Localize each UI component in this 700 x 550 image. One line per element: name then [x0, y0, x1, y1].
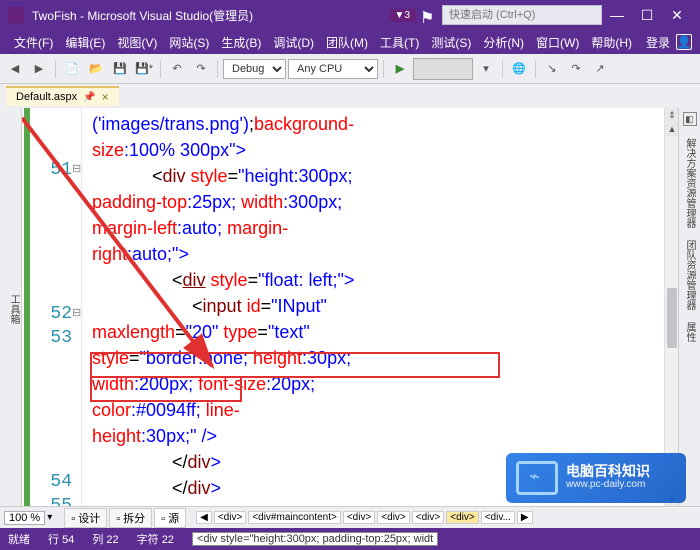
line-number: 54 — [42, 472, 72, 492]
design-tab[interactable]: ▫ 设计 — [64, 508, 107, 528]
fold-icon[interactable]: ⊟ — [72, 306, 81, 319]
fold-icon[interactable]: ⊟ — [72, 162, 81, 175]
menu-debug[interactable]: 调试(D) — [267, 32, 320, 53]
breadcrumb-item[interactable]: <div> — [446, 511, 478, 524]
status-char: 字符 22 — [137, 531, 174, 547]
notification-badge[interactable]: ▼3 — [389, 9, 416, 22]
zoom-dropdown[interactable]: ▾ — [47, 512, 52, 523]
feedback-icon[interactable]: ⚑ — [420, 8, 434, 22]
code-editor[interactable]: 51 ⊟ 52 ⊟ 53 54 55 ('images/trans.png');… — [22, 108, 678, 506]
menu-bar: 文件(F) 编辑(E) 视图(V) 网站(S) 生成(B) 调试(D) 团队(M… — [0, 30, 700, 54]
close-button[interactable]: ✕ — [662, 3, 692, 27]
pin-icon[interactable]: 📌 — [83, 92, 95, 103]
tab-default-aspx[interactable]: Default.aspx 📌 × — [6, 86, 119, 106]
tab-close-button[interactable]: × — [102, 90, 109, 104]
code-content: ('images/trans.png');background- size:10… — [92, 112, 664, 502]
status-ready: 就绪 — [8, 531, 30, 547]
breadcrumb-item[interactable]: <div> — [214, 511, 246, 524]
menu-test[interactable]: 测试(S) — [425, 32, 477, 53]
team-explorer-tab[interactable]: 团队资源管理器 — [682, 240, 697, 310]
start-debug-button[interactable]: ▶ — [389, 58, 411, 80]
menu-team[interactable]: 团队(M) — [320, 32, 374, 53]
save-all-button[interactable]: 💾* — [133, 58, 155, 80]
status-hint: <div style="height:300px; padding-top:25… — [192, 532, 438, 546]
sign-in-button[interactable]: 登录 — [640, 32, 676, 53]
scroll-thumb[interactable] — [667, 288, 677, 348]
step-into-button[interactable]: ↘ — [541, 58, 563, 80]
scroll-split-button[interactable]: ⇕ — [665, 108, 678, 122]
breadcrumb-item[interactable]: <div... — [481, 511, 515, 524]
watermark-overlay: 电脑百科知识 www.pc-daily.com — [506, 453, 686, 503]
right-tool-well: ◧ 解决方案资源管理器 团队资源管理器 属性 — [678, 108, 700, 506]
step-out-button[interactable]: ↗ — [589, 58, 611, 80]
status-col: 列 22 — [92, 531, 118, 547]
status-bar: 就绪 行 54 列 22 字符 22 <div style="height:30… — [0, 528, 700, 550]
scroll-up-button[interactable]: ▲ — [665, 122, 678, 136]
configuration-select[interactable]: Debug — [223, 59, 286, 79]
menu-view[interactable]: 视图(V) — [111, 32, 163, 53]
menu-build[interactable]: 生成(B) — [215, 32, 267, 53]
maximize-button[interactable]: ☐ — [632, 3, 662, 27]
debug-dropdown[interactable]: ▾ — [475, 58, 497, 80]
properties-tab[interactable]: 属性 — [682, 322, 697, 342]
line-number: 53 — [42, 328, 72, 348]
menu-edit[interactable]: 编辑(E) — [59, 32, 111, 53]
redo-button[interactable]: ↷ — [190, 58, 212, 80]
monitor-icon — [516, 461, 558, 495]
publish-button[interactable]: 🌐 — [508, 58, 530, 80]
annotation-box-1 — [90, 352, 500, 378]
line-number: 51 — [42, 160, 72, 180]
breadcrumb-item[interactable]: <div#maincontent> — [248, 511, 341, 524]
menu-file[interactable]: 文件(F) — [8, 32, 59, 53]
watermark-brand: 电脑百科知识 — [566, 464, 650, 478]
window-title: TwoFish - Microsoft Visual Studio(管理员) — [32, 7, 389, 24]
vertical-scrollbar[interactable]: ⇕ ▲ ▼ — [664, 108, 678, 506]
designer-bar: 100 % ▾ ▫ 设计 ▫ 拆分 ▫ 源 ◀ <div> <div#mainc… — [0, 506, 700, 528]
app-icon — [8, 7, 24, 23]
split-tab[interactable]: ▫ 拆分 — [109, 508, 152, 528]
breadcrumb-item[interactable]: <div> — [343, 511, 375, 524]
status-line: 行 54 — [48, 531, 74, 547]
platform-select[interactable]: Any CPU — [288, 59, 378, 79]
title-bar: TwoFish - Microsoft Visual Studio(管理员) ▼… — [0, 0, 700, 30]
breadcrumb-item[interactable]: <div> — [412, 511, 444, 524]
expand-right-icon[interactable]: ◧ — [683, 112, 697, 126]
solution-explorer-tab[interactable]: 解决方案资源管理器 — [682, 138, 697, 228]
menu-window[interactable]: 窗口(W) — [530, 32, 585, 53]
main-toolbar: ◀ ▶ 📄 📂 💾 💾* ↶ ↷ Debug Any CPU ▶ ▾ 🌐 ↘ ↷… — [0, 54, 700, 84]
open-button[interactable]: 📂 — [85, 58, 107, 80]
menu-analyze[interactable]: 分析(N) — [477, 32, 530, 53]
line-number: 55 — [42, 496, 72, 506]
menu-tools[interactable]: 工具(T) — [374, 32, 425, 53]
toolbox-pane[interactable]: 工具箱 — [0, 108, 22, 506]
undo-button[interactable]: ↶ — [166, 58, 188, 80]
zoom-select[interactable]: 100 % — [4, 511, 45, 525]
menu-help[interactable]: 帮助(H) — [585, 32, 638, 53]
profile-icon[interactable]: 👤 — [676, 34, 692, 50]
minimize-button[interactable]: — — [602, 3, 632, 27]
line-number: 52 — [42, 304, 72, 324]
watermark-url: www.pc-daily.com — [566, 478, 650, 492]
nav-fwd-button[interactable]: ▶ — [28, 58, 50, 80]
annotation-box-2 — [90, 376, 242, 402]
tab-label: Default.aspx — [16, 91, 77, 103]
breadcrumb-next[interactable]: ▶ — [517, 511, 533, 524]
save-button[interactable]: 💾 — [109, 58, 131, 80]
gutter: 51 ⊟ 52 ⊟ 53 54 55 — [22, 108, 82, 506]
quick-launch-input[interactable] — [442, 5, 602, 25]
nav-back-button[interactable]: ◀ — [4, 58, 26, 80]
breadcrumb-prev[interactable]: ◀ — [196, 511, 212, 524]
browser-select[interactable] — [413, 58, 473, 80]
menu-website[interactable]: 网站(S) — [163, 32, 215, 53]
breadcrumb-item[interactable]: <div> — [377, 511, 409, 524]
new-project-button[interactable]: 📄 — [61, 58, 83, 80]
source-tab[interactable]: ▫ 源 — [154, 508, 186, 528]
step-over-button[interactable]: ↷ — [565, 58, 587, 80]
document-tabs: Default.aspx 📌 × — [0, 84, 700, 108]
